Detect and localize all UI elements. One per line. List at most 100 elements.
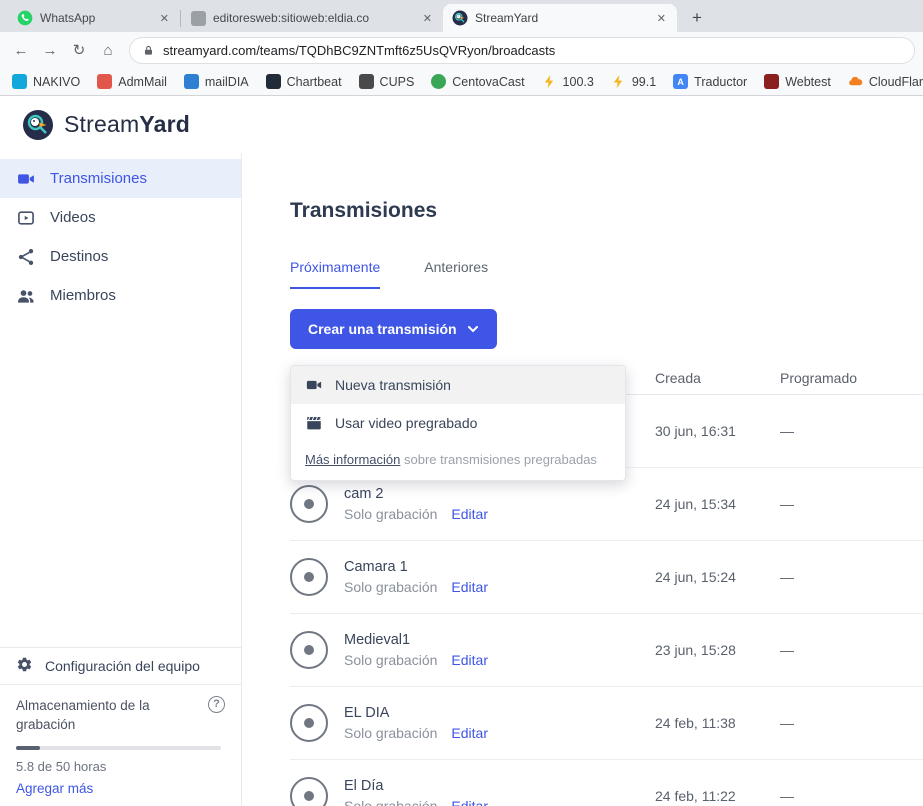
close-tab-icon[interactable]: ✕ (158, 10, 171, 27)
bookmark-label: Traductor (694, 75, 747, 89)
back-button[interactable]: ← (8, 37, 34, 63)
bookmark-label: CloudFlare (869, 75, 923, 89)
created-cell: 24 jun, 15:24 (655, 569, 780, 585)
settings-label: Configuración del equipo (45, 658, 200, 674)
people-icon (16, 286, 36, 306)
browser-chrome: WhatsApp ✕ editoresweb:sitioweb:eldia.co… (0, 0, 923, 96)
forward-button[interactable]: → (37, 37, 63, 63)
bolt-favicon (542, 74, 557, 89)
created-cell: 23 jun, 15:28 (655, 642, 780, 658)
admmail-favicon (97, 74, 112, 89)
streamyard-logo[interactable]: StreamYard (22, 109, 190, 141)
padlock-icon (142, 44, 155, 57)
sidebar-item-miembros[interactable]: Miembros (0, 276, 241, 315)
broadcast-subtitle: Solo grabación (344, 652, 437, 668)
address-bar[interactable]: streamyard.com/teams/TQDhBC9ZNTmft6z5UsQ… (129, 37, 915, 64)
browser-tab-streamyard[interactable]: StreamYard ✕ (443, 4, 677, 32)
close-tab-icon[interactable]: ✕ (421, 10, 434, 27)
scheduled-cell: — (780, 642, 923, 658)
sidebar-item-transmisiones[interactable]: Transmisiones (0, 159, 241, 198)
sidebar-item-configuracion[interactable]: Configuración del equipo (0, 647, 241, 684)
new-tab-button[interactable]: + (685, 6, 709, 30)
gear-icon (16, 656, 33, 676)
storage-usage-text: 5.8 de 50 horas (16, 759, 225, 774)
mas-informacion-link[interactable]: Más información (305, 452, 400, 467)
bookmark-maildia[interactable]: mailDIA (184, 74, 249, 89)
create-dropdown-menu: Nueva transmisión Usar video pregrabado … (290, 365, 626, 481)
browser-tab-whatsapp[interactable]: WhatsApp ✕ (8, 4, 180, 32)
editar-link[interactable]: Editar (451, 798, 488, 806)
menu-item-video-pregrabado[interactable]: Usar video pregrabado (291, 404, 625, 442)
broadcast-title: cam 2 (344, 486, 488, 502)
tab-proximamente[interactable]: Próximamente (290, 259, 380, 289)
created-cell: 30 jun, 16:31 (655, 423, 780, 439)
centovacast-favicon (431, 74, 446, 89)
sidebar: Transmisiones Videos Destinos Miembros (0, 153, 242, 806)
sidebar-item-label: Miembros (50, 287, 116, 304)
bookmark-label: CUPS (380, 75, 415, 89)
bookmark-99-1[interactable]: 99.1 (611, 74, 656, 89)
column-programado: Programado (780, 370, 923, 386)
video-library-icon (16, 208, 36, 228)
bookmark-admmail[interactable]: AdmMail (97, 74, 167, 89)
close-tab-icon[interactable]: ✕ (655, 10, 668, 27)
tab-title: WhatsApp (40, 11, 151, 25)
record-icon (290, 631, 328, 669)
broadcast-subtitle: Solo grabación (344, 579, 437, 595)
editar-link[interactable]: Editar (451, 506, 488, 522)
nakivo-favicon (12, 74, 27, 89)
sidebar-item-label: Destinos (50, 248, 108, 265)
browser-tab-editoresweb[interactable]: editoresweb:sitioweb:eldia.co ✕ (181, 4, 443, 32)
page-title: Transmisiones (290, 199, 923, 223)
record-icon (290, 485, 328, 523)
tab-anteriores[interactable]: Anteriores (424, 259, 488, 289)
camera-icon (305, 376, 323, 394)
tab-title: editoresweb:sitioweb:eldia.co (213, 11, 414, 25)
sidebar-item-destinos[interactable]: Destinos (0, 237, 241, 276)
broadcast-subtitle: Solo grabación (344, 798, 437, 806)
bookmark-webtest[interactable]: Webtest (764, 74, 831, 89)
home-button[interactable]: ⌂ (95, 37, 121, 63)
add-storage-link[interactable]: Agregar más (16, 781, 93, 796)
record-icon (290, 558, 328, 596)
bookmark-cups[interactable]: CUPS (359, 74, 415, 89)
main-content: Transmisiones Próximamente Anteriores Cr… (242, 153, 923, 806)
bookmark-label: NAKIVO (33, 75, 80, 89)
table-row[interactable]: EL DIA Solo grabaciónEditar 24 feb, 11:3… (290, 687, 923, 760)
editar-link[interactable]: Editar (451, 579, 488, 595)
bookmark-traductor[interactable]: Traductor (673, 74, 747, 89)
help-icon[interactable]: ? (208, 696, 225, 713)
scheduled-cell: — (780, 569, 923, 585)
screen: WhatsApp ✕ editoresweb:sitioweb:eldia.co… (0, 0, 923, 806)
sidebar-item-videos[interactable]: Videos (0, 198, 241, 237)
column-creada: Creada (655, 370, 780, 386)
scheduled-cell: — (780, 423, 923, 439)
reload-button[interactable]: ↻ (66, 37, 92, 63)
bookmark-chartbeat[interactable]: Chartbeat (266, 74, 342, 89)
table-row[interactable]: Camara 1 Solo grabación Editar 24 jun, 15… (290, 541, 923, 614)
scheduled-cell: — (780, 715, 923, 731)
bookmark-cloudflare[interactable]: CloudFlare (848, 74, 923, 89)
bookmark-100-3[interactable]: 100.3 (542, 74, 594, 89)
table-row[interactable]: Medieval1 Solo grabaciónEditar 23 jun, 1… (290, 614, 923, 687)
streamyard-duck-icon (22, 109, 54, 141)
tab-strip: WhatsApp ✕ editoresweb:sitioweb:eldia.co… (0, 0, 923, 32)
translate-favicon (673, 74, 688, 89)
menu-footer: Más información sobre transmisiones preg… (291, 442, 625, 480)
editar-link[interactable]: Editar (451, 725, 488, 741)
bookmark-centovacast[interactable]: CentovaCast (431, 74, 524, 89)
editar-link[interactable]: Editar (451, 652, 488, 668)
create-broadcast-button[interactable]: Crear una transmisión (290, 309, 497, 349)
table-row[interactable]: El Día Solo grabación Editar 24 feb, 11:2… (290, 760, 923, 806)
broadcast-title: Camara 1 (344, 559, 488, 575)
brand-wordmark: StreamYard (64, 111, 190, 138)
menu-item-nueva-transmision[interactable]: Nueva transmisión (291, 366, 625, 404)
scheduled-cell: — (780, 788, 923, 804)
broadcast-title: El Día (344, 778, 488, 794)
bookmark-label: AdmMail (118, 75, 167, 89)
chartbeat-favicon (266, 74, 281, 89)
bookmark-nakivo[interactable]: NAKIVO (12, 74, 80, 89)
share-icon (16, 247, 36, 267)
cloudflare-favicon (848, 74, 863, 89)
created-cell: 24 feb, 11:22 (655, 788, 780, 804)
